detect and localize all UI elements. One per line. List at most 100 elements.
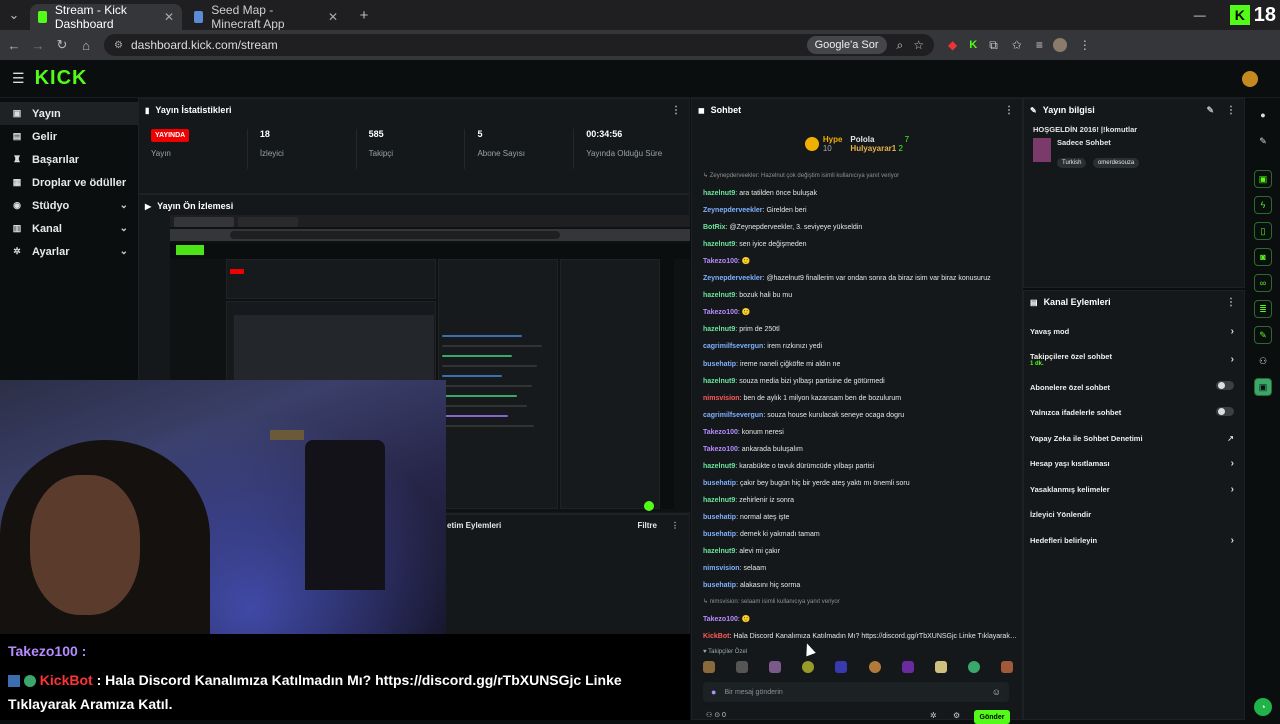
extension-kick-icon[interactable]: K [969,39,977,51]
chat-username[interactable]: hazelnut9 [703,378,735,385]
bookmark-star-icon[interactable]: ☆ [913,38,924,52]
home-icon[interactable]: ⌂ [74,38,98,53]
rail-link-icon[interactable]: ∞ [1254,274,1272,292]
rail-doc-icon[interactable]: ▯ [1254,222,1272,240]
chat-username[interactable]: Takezo100 [703,258,738,265]
action-goals[interactable]: Hedefleri belirleyin › [1024,528,1244,554]
action-slow-mode[interactable]: Yavaş mod › [1024,319,1244,345]
rail-list-icon[interactable]: ≣ [1254,300,1272,318]
sidebar-item-basarilar[interactable]: ♜ Başarılar [0,148,138,171]
google-ask-button[interactable]: Google'a Sor [806,36,887,54]
chat-username[interactable]: Zeynepderveekler [703,207,763,214]
url-bar[interactable]: ⚙ dashboard.kick.com/stream Google'a Sor… [104,34,934,56]
chat-username[interactable]: busehatip [703,361,736,368]
more-options-icon[interactable]: ⋮ [1226,105,1236,116]
gear-icon[interactable]: ⚙ [953,711,960,720]
kick-extension-icon[interactable]: K [1229,5,1250,25]
edit-icon[interactable]: ✎ [1206,105,1214,116]
hamburger-menu-icon[interactable]: ☰ [12,70,25,87]
emote-icon[interactable] [868,661,881,673]
reload-icon[interactable]: ↻ [50,37,74,53]
rail-tool-icon[interactable]: ✎ [1254,326,1272,344]
chat-username[interactable]: busehatip [703,480,736,487]
rail-chat-icon[interactable]: ◙ [1254,248,1272,266]
support-fab[interactable]: ◔ [1254,698,1272,716]
emote-icon[interactable] [703,661,715,673]
pencil-icon[interactable]: ✎ [1254,132,1272,150]
chat-username[interactable]: hazelnut9 [703,463,735,470]
emote-only-toggle[interactable] [1216,406,1234,416]
chat-username[interactable]: Takezo100 [703,429,738,436]
chat-username[interactable]: hazelnut9 [703,241,735,248]
profile-avatar-icon[interactable] [1052,38,1067,52]
chat-username[interactable]: KickBot [703,633,729,640]
sidebar-item-droplar[interactable]: ▦ Droplar ve ödüller [0,171,138,194]
back-icon[interactable]: ← [2,38,26,53]
chat-username[interactable]: Takezo100 [703,616,738,623]
action-account-age[interactable]: Hesap yaşı kısıtlaması › [1024,451,1244,477]
rail-people-icon[interactable]: ⚇ [1254,352,1272,370]
chat-username[interactable]: cagrimilfsevergun [703,343,763,350]
emote-icon[interactable] [934,661,947,673]
sidebar-item-studyo[interactable]: ◉ Stüdyo ⌄ [0,194,138,217]
action-subscribers-only[interactable]: Abonelere özel sohbet [1024,375,1244,401]
chat-username[interactable]: Takezo100 [703,309,738,316]
extension-red-icon[interactable]: ◆ [948,38,957,52]
action-raid[interactable]: İzleyici Yönlendir [1024,502,1244,528]
chat-username[interactable]: hazelnut9 [703,326,735,333]
filter-button[interactable]: Filtre [637,521,657,530]
rail-camera-icon[interactable]: ▣ [1254,170,1272,188]
chat-username[interactable]: busehatip [703,531,736,538]
mic-icon[interactable]: ● [711,687,716,697]
close-tab-icon[interactable]: ✕ [318,10,338,24]
chat-username[interactable]: Takezo100 [703,446,738,453]
chat-username[interactable]: nimsvision [703,395,740,402]
extensions-puzzle-icon[interactable]: ⧉ [989,38,998,53]
reading-list-icon[interactable]: ≡ [1036,38,1043,52]
action-followers-only[interactable]: Takipçilere özel sohbet 1 dk. › [1024,345,1244,375]
emoji-icon[interactable]: ☺ [992,687,1001,697]
rail-bolt-icon[interactable]: ϟ [1254,196,1272,214]
emote-icon[interactable] [736,661,749,673]
sidebar-item-ayarlar[interactable]: ✲ Ayarlar ⌄ [0,240,138,263]
minimize-icon[interactable]: — [1194,8,1206,22]
zoom-search-icon[interactable]: ⌕ [897,38,904,53]
chat-username[interactable]: hazelnut9 [703,497,735,504]
chat-username[interactable]: hazelnut9 [703,548,735,555]
user-avatar[interactable] [1242,70,1258,87]
settings-icon[interactable]: ✲ [930,711,937,720]
chat-input[interactable]: ● Bir mesaj gönderin ☺ [703,682,1009,702]
sidebar-item-kanal[interactable]: ▥ Kanal ⌄ [0,217,138,240]
send-button[interactable]: Gönder [974,710,1010,724]
browser-menu-icon[interactable]: ⋮ [1079,38,1091,52]
kick-logo[interactable]: KICK [35,67,88,90]
close-tab-icon[interactable]: ✕ [154,10,174,24]
sidebar-item-gelir[interactable]: ▤ Gelir [0,125,138,148]
chat-username[interactable]: cagrimilfsevergun [703,412,763,419]
site-info-icon[interactable]: ⚙ [114,40,123,51]
emote-icon[interactable] [901,661,914,673]
more-options-icon[interactable]: ⋮ [671,521,679,530]
chat-username[interactable]: hazelnut9 [703,292,735,299]
chat-messages[interactable]: ↳ Zeynepderveekler: Hazelnut çok değişti… [697,168,1017,644]
more-options-icon[interactable]: ⋮ [1004,105,1014,116]
chat-username[interactable]: busehatip [703,582,736,589]
action-banned-words[interactable]: Yasaklanmış kelimeler › [1024,477,1244,503]
action-emote-only[interactable]: Yalnızca ifadelerle sohbet [1024,400,1244,426]
chat-username[interactable]: hazelnut9 [703,190,735,197]
emote-icon[interactable] [769,661,782,673]
info-icon[interactable]: ● [1254,106,1272,124]
action-ai-moderation[interactable]: Yapay Zeka ile Sohbet Denetimi ↗ [1024,426,1244,452]
tab-seed-map[interactable]: Seed Map - Minecraft App ✕ [186,3,346,31]
rail-green-icon[interactable]: ▣ [1254,378,1272,396]
bookmarks-icon[interactable]: ✩ [1012,38,1022,52]
emote-icon[interactable] [1000,661,1013,673]
chat-username[interactable]: BotRix [703,224,726,231]
tab-stream-dashboard[interactable]: Stream - Kick Dashboard ✕ [30,3,182,31]
chat-username[interactable]: nimsvision [703,565,740,572]
chat-username[interactable]: Zeynepderveekler [703,275,763,282]
emote-icon[interactable] [802,661,815,673]
emote-icon[interactable] [835,661,848,673]
new-tab-button[interactable]: + [352,7,376,24]
emote-icon[interactable] [967,661,980,673]
